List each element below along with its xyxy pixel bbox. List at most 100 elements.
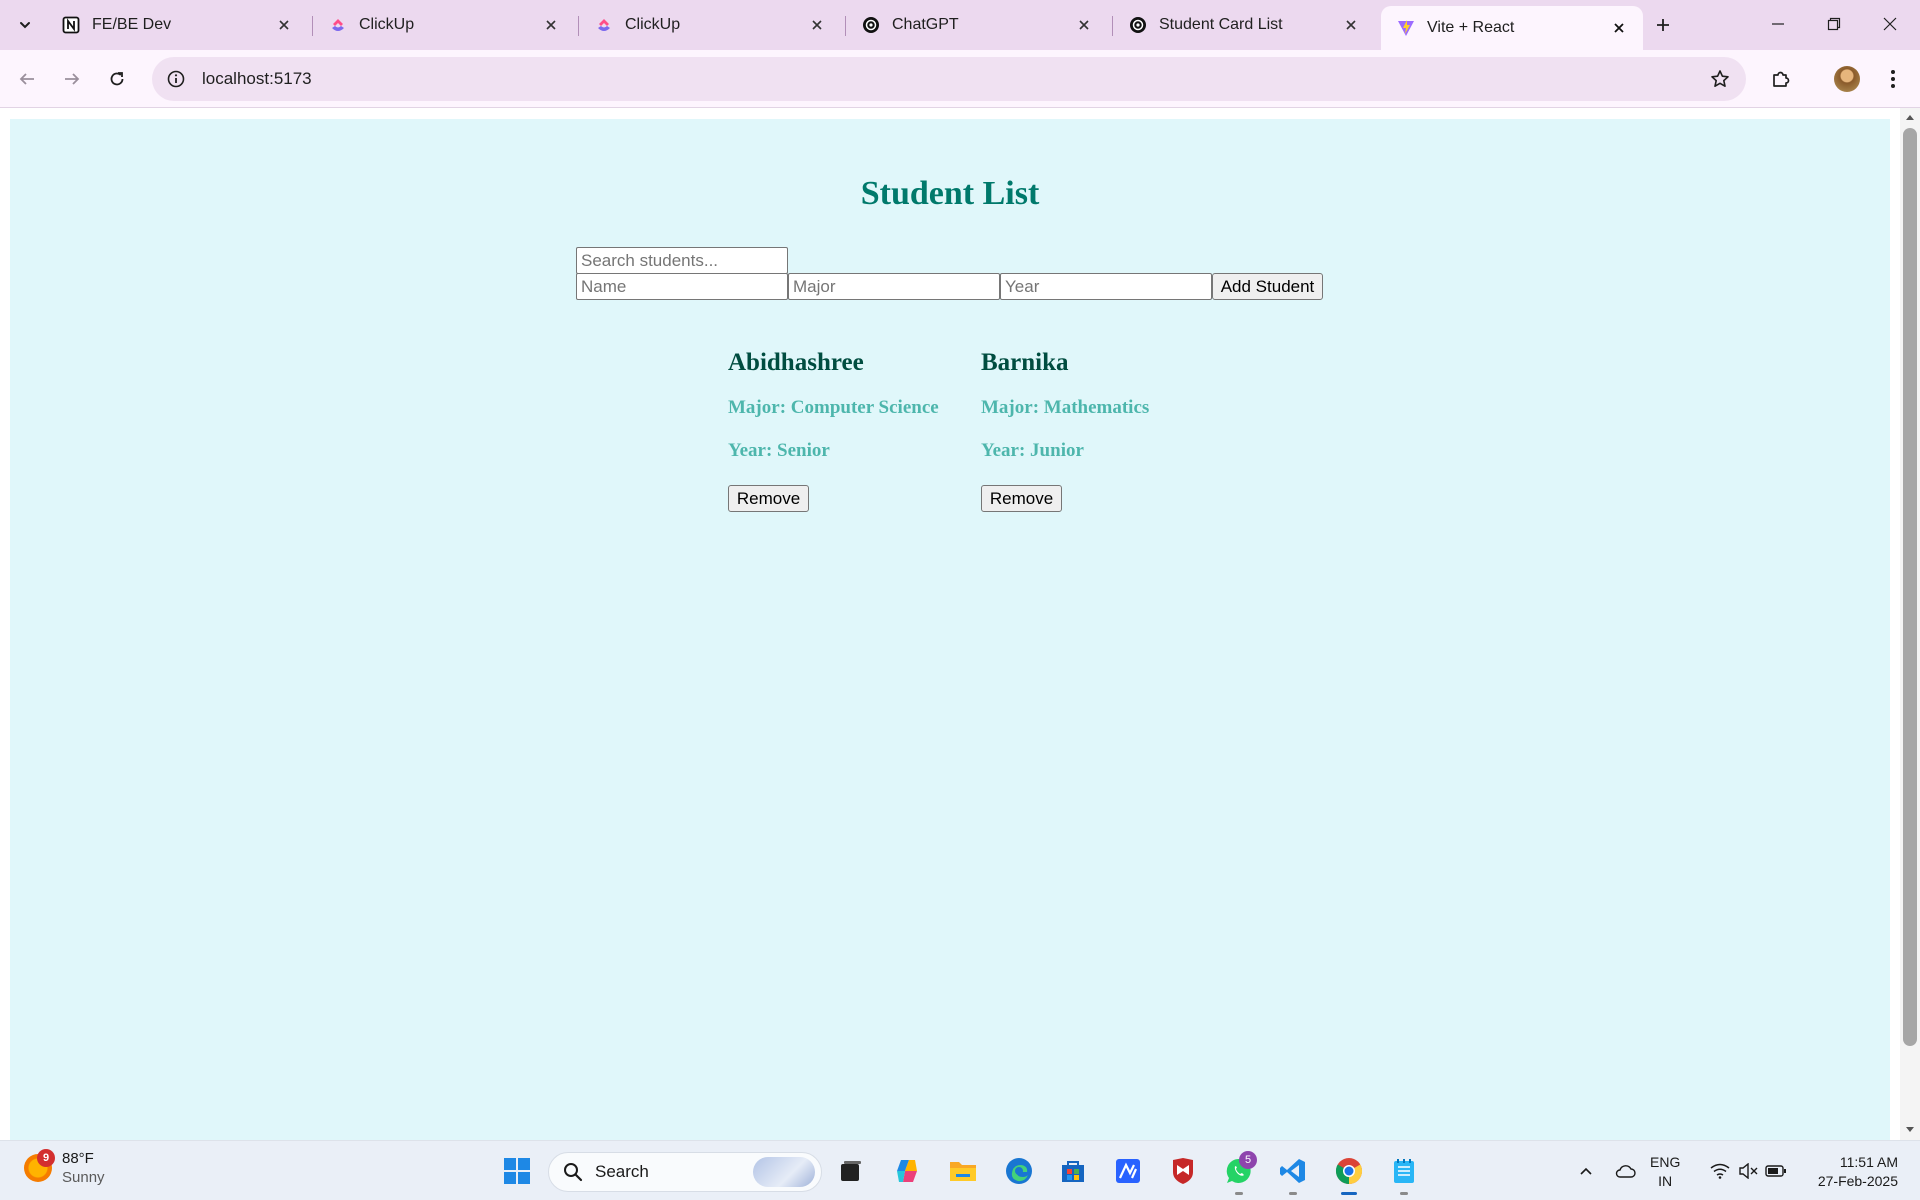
restore-icon: [1827, 17, 1841, 31]
tab-title: FE/BE Dev: [92, 16, 172, 33]
forward-button[interactable]: [55, 62, 89, 96]
scroll-up-arrow-icon[interactable]: [1904, 112, 1916, 122]
chrome-button[interactable]: [1329, 1151, 1369, 1195]
mcafee-button[interactable]: [1163, 1151, 1203, 1191]
tab-title: ChatGPT: [892, 16, 959, 33]
avatar: [1834, 66, 1860, 92]
close-icon[interactable]: [1074, 15, 1094, 35]
tab-title: ClickUp: [359, 16, 415, 33]
tab-vite-react[interactable]: Vite + React: [1381, 6, 1643, 50]
search-input[interactable]: [576, 247, 788, 274]
major-input[interactable]: [788, 273, 1000, 300]
student-year: Year: Senior: [728, 440, 830, 461]
vscode-button[interactable]: [1273, 1151, 1313, 1195]
volume-status[interactable]: [1734, 1151, 1762, 1191]
vscode-icon: [1280, 1159, 1305, 1183]
remove-button[interactable]: Remove: [981, 485, 1062, 512]
page-viewport: Student List Add Student Abidhashree Maj…: [0, 108, 1920, 1140]
browser-toolbar: localhost:5173: [0, 50, 1920, 108]
year-input[interactable]: [1000, 273, 1212, 300]
tab-title: ClickUp: [625, 16, 681, 33]
clock-date: 27-Feb-2025: [1817, 1173, 1898, 1189]
url-text: localhost:5173: [202, 69, 312, 88]
vite-icon: [1397, 19, 1415, 37]
onedrive-button[interactable]: [1610, 1151, 1640, 1191]
show-hidden-icons-button[interactable]: [1572, 1151, 1600, 1191]
extensions-button[interactable]: [1764, 62, 1798, 96]
close-icon[interactable]: [1341, 15, 1361, 35]
vertical-scrollbar[interactable]: [1900, 108, 1920, 1140]
wifi-status[interactable]: [1706, 1151, 1734, 1191]
new-tab-button[interactable]: [1648, 10, 1678, 40]
chevron-down-icon: [20, 22, 30, 29]
tab-title: Vite + React: [1427, 19, 1515, 36]
chrome-icon: [1335, 1158, 1363, 1185]
file-explorer-button[interactable]: [943, 1151, 983, 1191]
shield-icon: [1173, 1158, 1193, 1184]
student-year: Year: Junior: [981, 440, 1084, 461]
bookmark-star-icon[interactable]: [1702, 61, 1738, 97]
minimize-button[interactable]: [1750, 0, 1806, 48]
notepad-button[interactable]: [1384, 1151, 1424, 1195]
add-student-button[interactable]: Add Student: [1212, 273, 1323, 300]
copilot-button[interactable]: [887, 1151, 927, 1191]
tab-clickup-2[interactable]: ClickUp: [579, 6, 841, 44]
restore-button[interactable]: [1806, 0, 1862, 48]
start-button[interactable]: [497, 1151, 537, 1191]
system-clock[interactable]: 11:51 AM 27-Feb-2025: [1818, 1153, 1898, 1191]
microsoft-store-button[interactable]: [1053, 1151, 1093, 1191]
browser-menu-button[interactable]: [1876, 62, 1910, 96]
sun-icon: 9: [24, 1149, 55, 1182]
close-icon[interactable]: [807, 15, 827, 35]
name-input[interactable]: [576, 273, 788, 300]
app-button[interactable]: [1108, 1151, 1148, 1191]
running-indicator: [1235, 1192, 1243, 1195]
close-icon[interactable]: [1609, 18, 1629, 38]
scroll-thumb[interactable]: [1903, 128, 1917, 1046]
weather-condition: Sunny: [62, 1169, 105, 1186]
tab-fe-be-dev[interactable]: FE/BE Dev: [46, 6, 308, 44]
battery-status[interactable]: [1762, 1151, 1790, 1191]
chatgpt-icon: [862, 16, 880, 34]
close-icon[interactable]: [274, 15, 294, 35]
remove-button[interactable]: Remove: [728, 485, 809, 512]
weather-widget[interactable]: 9 88°F Sunny: [24, 1149, 105, 1187]
close-icon[interactable]: [541, 15, 561, 35]
whatsapp-button[interactable]: 5: [1219, 1151, 1259, 1195]
browser-tab-strip: FE/BE Dev ClickUp ClickUp ChatGPT Studen…: [0, 0, 1920, 50]
notion-icon: [62, 16, 80, 34]
app-root: Student List Add Student Abidhashree Maj…: [10, 119, 1890, 1140]
edge-browser-button[interactable]: [999, 1151, 1039, 1191]
battery-icon: [1765, 1165, 1786, 1177]
language-indicator[interactable]: ENG IN: [1650, 1153, 1680, 1191]
taskbar-search-box[interactable]: Search: [548, 1152, 822, 1192]
site-info-icon[interactable]: [158, 61, 194, 97]
scroll-down-arrow-icon[interactable]: [1904, 1124, 1916, 1134]
tab-chatgpt[interactable]: ChatGPT: [846, 6, 1108, 44]
tab-student-card-list[interactable]: Student Card List: [1113, 6, 1375, 44]
chatgpt-icon: [1129, 16, 1147, 34]
puzzle-icon: [1773, 71, 1790, 87]
weather-badge: 9: [37, 1149, 55, 1167]
vector-app-icon: [1116, 1159, 1140, 1183]
windows-logo-icon: [504, 1158, 530, 1184]
address-bar[interactable]: localhost:5173: [152, 57, 1746, 101]
volume-muted-icon: [1739, 1163, 1758, 1179]
wifi-icon: [1710, 1163, 1730, 1179]
student-major: Major: Computer Science: [728, 397, 939, 418]
reload-icon: [110, 72, 124, 86]
profile-button[interactable]: [1830, 62, 1864, 96]
active-app-indicator: [1341, 1192, 1357, 1195]
tab-search-button[interactable]: [10, 10, 40, 40]
reload-button[interactable]: [100, 62, 134, 96]
tab-clickup-1[interactable]: ClickUp: [313, 6, 575, 44]
close-icon: [1883, 17, 1897, 31]
task-view-icon: [841, 1161, 861, 1181]
close-window-button[interactable]: [1862, 0, 1918, 48]
back-button[interactable]: [10, 62, 44, 96]
cloud-icon: [1615, 1165, 1636, 1178]
task-view-button[interactable]: [831, 1151, 871, 1191]
arrow-right-icon: [65, 73, 80, 85]
notification-badge: 5: [1239, 1151, 1257, 1169]
language-line-1: ENG: [1650, 1154, 1681, 1170]
